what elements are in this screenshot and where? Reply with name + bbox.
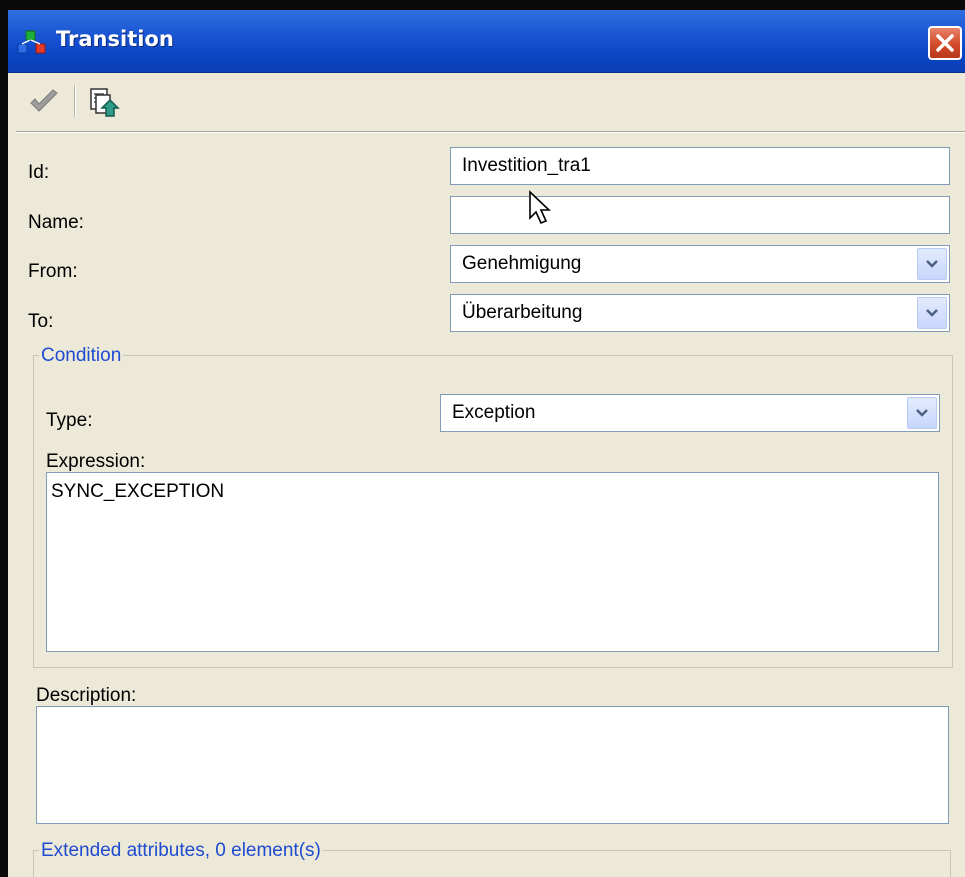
- description-label: Description:: [36, 685, 137, 706]
- transition-dialog: Transition Id: Investition_tra1 Name: Fr…: [8, 10, 965, 877]
- from-label: From:: [28, 261, 78, 282]
- name-label: Name:: [28, 212, 84, 233]
- to-label: To:: [28, 311, 54, 332]
- to-dropdown-button[interactable]: [917, 297, 947, 329]
- toolbar-separator: [74, 85, 76, 117]
- type-select-value: Exception: [452, 402, 536, 423]
- toolbar-divider: [16, 131, 965, 133]
- chevron-down-icon: [926, 309, 938, 317]
- close-icon: [936, 34, 954, 52]
- extended-attributes-legend[interactable]: Extended attributes, 0 element(s): [39, 840, 323, 862]
- mouse-cursor-icon: [529, 190, 552, 225]
- from-select[interactable]: Genehmigung: [450, 245, 950, 283]
- from-dropdown-button[interactable]: [917, 248, 947, 280]
- close-button[interactable]: [928, 26, 962, 60]
- id-input[interactable]: Investition_tra1: [450, 147, 950, 185]
- chevron-down-icon: [916, 409, 928, 417]
- to-select-value: Überarbeitung: [462, 302, 583, 323]
- description-textarea[interactable]: [36, 706, 949, 824]
- window-title: Transition: [56, 27, 174, 51]
- checkmark-icon[interactable]: [28, 88, 60, 116]
- expression-label: Expression:: [46, 451, 146, 472]
- type-select[interactable]: Exception: [440, 394, 940, 432]
- from-select-value: Genehmigung: [462, 253, 582, 274]
- chevron-down-icon: [926, 260, 938, 268]
- to-select[interactable]: Überarbeitung: [450, 294, 950, 332]
- type-dropdown-button[interactable]: [907, 397, 937, 429]
- id-label: Id:: [28, 162, 50, 183]
- condition-legend: Condition: [39, 345, 124, 367]
- toolbar: [8, 73, 965, 129]
- name-input[interactable]: [450, 196, 950, 234]
- title-bar[interactable]: Transition: [8, 10, 965, 73]
- expression-textarea[interactable]: SYNC_EXCEPTION: [46, 472, 939, 652]
- type-label: Type:: [46, 410, 93, 431]
- upload-document-icon[interactable]: [88, 86, 122, 118]
- workflow-transition-icon: [17, 30, 46, 54]
